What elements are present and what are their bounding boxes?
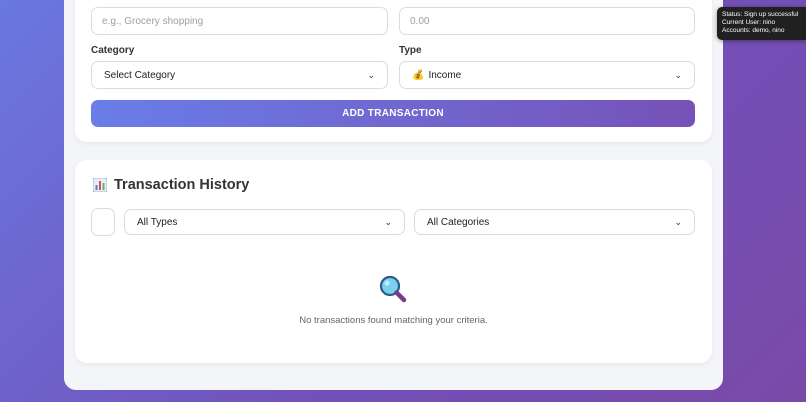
category-select[interactable]: Select Category ⌄ xyxy=(91,61,388,89)
add-transaction-button[interactable]: ADD TRANSACTION xyxy=(91,100,695,127)
amount-input[interactable]: 0.00 xyxy=(399,7,695,35)
empty-state-message: No transactions found matching your crit… xyxy=(299,315,488,326)
chevron-down-icon: ⌄ xyxy=(367,69,375,80)
bar-chart-icon xyxy=(93,178,107,192)
type-select[interactable]: 💰 Income ⌄ xyxy=(399,61,695,89)
accounts-line: Accounts: demo, nino xyxy=(722,27,785,34)
status-line: Status: Sign up successful xyxy=(722,11,799,18)
chevron-down-icon: ⌄ xyxy=(384,216,392,227)
category-label: Category xyxy=(91,45,135,56)
amount-placeholder: 0.00 xyxy=(410,15,430,27)
status-overlay: Status: Sign up successful Current User:… xyxy=(717,7,806,40)
magnifier-icon xyxy=(379,275,407,303)
history-search-input[interactable] xyxy=(91,208,115,236)
history-title-text: Transaction History xyxy=(114,177,250,193)
history-title: Transaction History xyxy=(93,177,249,193)
type-select-value: Income xyxy=(428,69,462,81)
description-placeholder: e.g., Grocery shopping xyxy=(102,15,204,27)
category-filter-select[interactable]: All Categories ⌄ xyxy=(414,209,695,235)
description-input[interactable]: e.g., Grocery shopping xyxy=(91,7,388,35)
chevron-down-icon: ⌄ xyxy=(674,216,682,227)
category-select-value: Select Category xyxy=(104,69,176,81)
current-user-line: Current User: nino xyxy=(722,19,776,26)
type-filter-value: All Types xyxy=(137,216,178,228)
chevron-down-icon: ⌄ xyxy=(674,69,682,80)
money-bag-icon: 💰 xyxy=(412,69,425,81)
category-filter-value: All Categories xyxy=(427,216,490,228)
type-label: Type xyxy=(399,45,422,56)
type-filter-select[interactable]: All Types ⌄ xyxy=(124,209,405,235)
